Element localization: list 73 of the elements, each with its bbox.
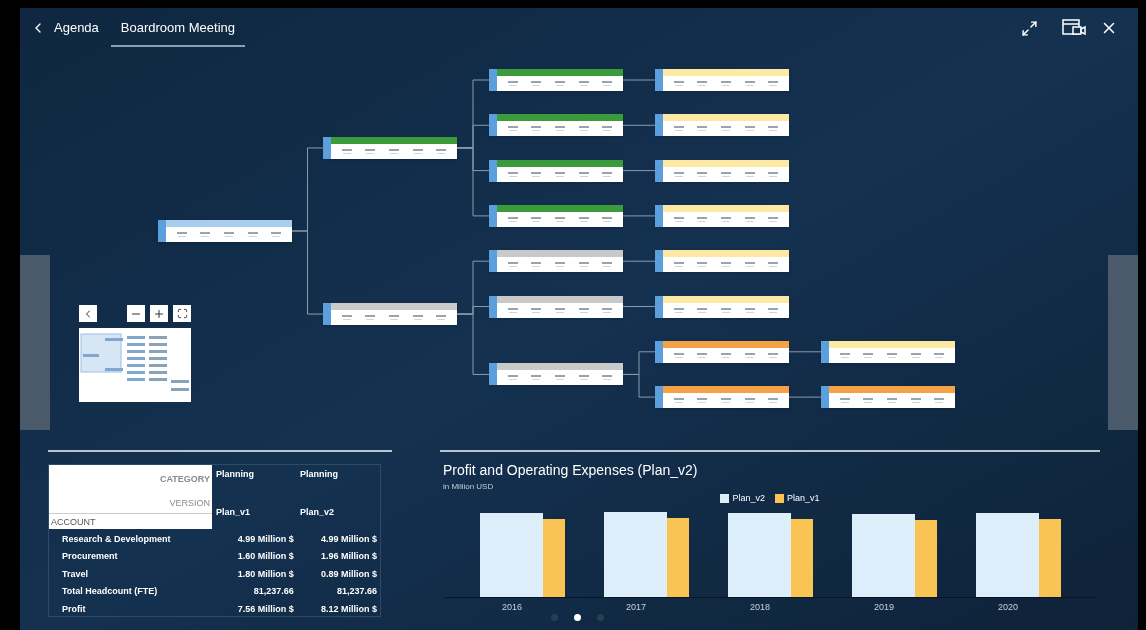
back-link[interactable]: Agenda bbox=[54, 18, 99, 38]
header-label: CATEGORY bbox=[160, 473, 211, 486]
table-cell-text: 1.60 Million $ bbox=[236, 550, 295, 564]
tree-node[interactable] bbox=[489, 204, 623, 227]
tree-node[interactable] bbox=[489, 250, 623, 273]
connector-line bbox=[622, 260, 656, 262]
header-label: ACCOUNT bbox=[49, 513, 212, 530]
tab[interactable]: Boardroom Meeting bbox=[110, 9, 245, 47]
table-cell-text: 7.56 Million $ bbox=[236, 602, 295, 616]
connector-line bbox=[622, 170, 656, 172]
tree-node[interactable] bbox=[158, 220, 292, 242]
tree-node[interactable] bbox=[489, 295, 623, 318]
tree-node[interactable] bbox=[655, 69, 789, 91]
column-header: Plan_v1 bbox=[215, 505, 252, 519]
axis-label: 2019 bbox=[873, 600, 895, 614]
tree-node[interactable] bbox=[655, 204, 789, 227]
axis-label: 2016 bbox=[501, 600, 523, 614]
tree-node[interactable] bbox=[489, 69, 623, 91]
connector-line bbox=[622, 306, 656, 307]
table-cell-text: 1.80 Million $ bbox=[236, 567, 295, 581]
connector-line bbox=[788, 396, 822, 398]
tree-node[interactable] bbox=[655, 295, 789, 318]
chart-title: Profit and Operating Expenses (Plan_v2) bbox=[443, 461, 699, 480]
screen-video-icon[interactable] bbox=[1062, 19, 1086, 37]
axis-label: 2017 bbox=[625, 600, 647, 614]
column-header: Plan_v2 bbox=[299, 505, 336, 519]
tree-node[interactable] bbox=[489, 159, 623, 182]
column-header: Planning bbox=[299, 468, 339, 481]
previous-handle[interactable] bbox=[20, 255, 50, 430]
tree-node[interactable] bbox=[655, 340, 789, 363]
tree-node[interactable] bbox=[655, 114, 789, 137]
connector-line bbox=[788, 351, 822, 353]
table-cell-text: 81,237.66 bbox=[252, 585, 295, 599]
tree-node[interactable] bbox=[821, 386, 955, 409]
zoom-out-button[interactable] bbox=[127, 305, 145, 322]
legend-label: Plan_v1 bbox=[787, 492, 820, 505]
connector-line bbox=[622, 79, 656, 81]
next-handle[interactable] bbox=[1108, 255, 1138, 430]
collapse-button[interactable] bbox=[79, 305, 97, 322]
table-cell-text: 0.89 Million $ bbox=[320, 567, 378, 581]
row-label: Research & Development bbox=[61, 532, 172, 546]
tree-node[interactable] bbox=[655, 386, 789, 409]
tree-node[interactable] bbox=[655, 250, 789, 273]
fit-icon bbox=[176, 308, 188, 319]
tree-node[interactable] bbox=[655, 159, 789, 182]
connector-line bbox=[622, 373, 656, 398]
table-cell-text: 81,237.66 bbox=[335, 585, 378, 599]
tree-node[interactable] bbox=[323, 136, 457, 159]
chart-subtitle: in Million USD bbox=[443, 481, 495, 493]
table-cell-text: 4.99 Million $ bbox=[320, 532, 378, 546]
tree-node[interactable] bbox=[821, 340, 955, 363]
table-cell-text: 4.99 Million $ bbox=[236, 532, 295, 546]
axis-label: 2018 bbox=[749, 600, 771, 614]
fullscreen-icon[interactable] bbox=[1021, 19, 1038, 37]
row-label: Total Headcount (FTE) bbox=[61, 585, 159, 599]
header-label: VERSION bbox=[169, 496, 211, 510]
tree-node[interactable] bbox=[489, 363, 623, 386]
axis-label: 2020 bbox=[997, 600, 1019, 614]
row-label: Procurement bbox=[61, 550, 119, 564]
fit-button[interactable] bbox=[173, 305, 191, 322]
column-header: Planning bbox=[215, 468, 255, 481]
minimap-drawing[interactable] bbox=[79, 328, 191, 402]
connector-line bbox=[622, 215, 656, 217]
row-label: Travel bbox=[61, 567, 90, 581]
zoom-in-button[interactable] bbox=[150, 305, 168, 322]
table-cell-text: 1.96 Million $ bbox=[320, 550, 378, 564]
tree-node[interactable] bbox=[323, 303, 457, 326]
plus-icon bbox=[153, 307, 165, 320]
row-label: Profit bbox=[61, 602, 87, 616]
tree-node[interactable] bbox=[489, 114, 623, 137]
legend-label: Plan_v2 bbox=[732, 492, 765, 505]
table-cell-text: 8.12 Million $ bbox=[320, 602, 378, 616]
connector-line bbox=[622, 124, 656, 126]
